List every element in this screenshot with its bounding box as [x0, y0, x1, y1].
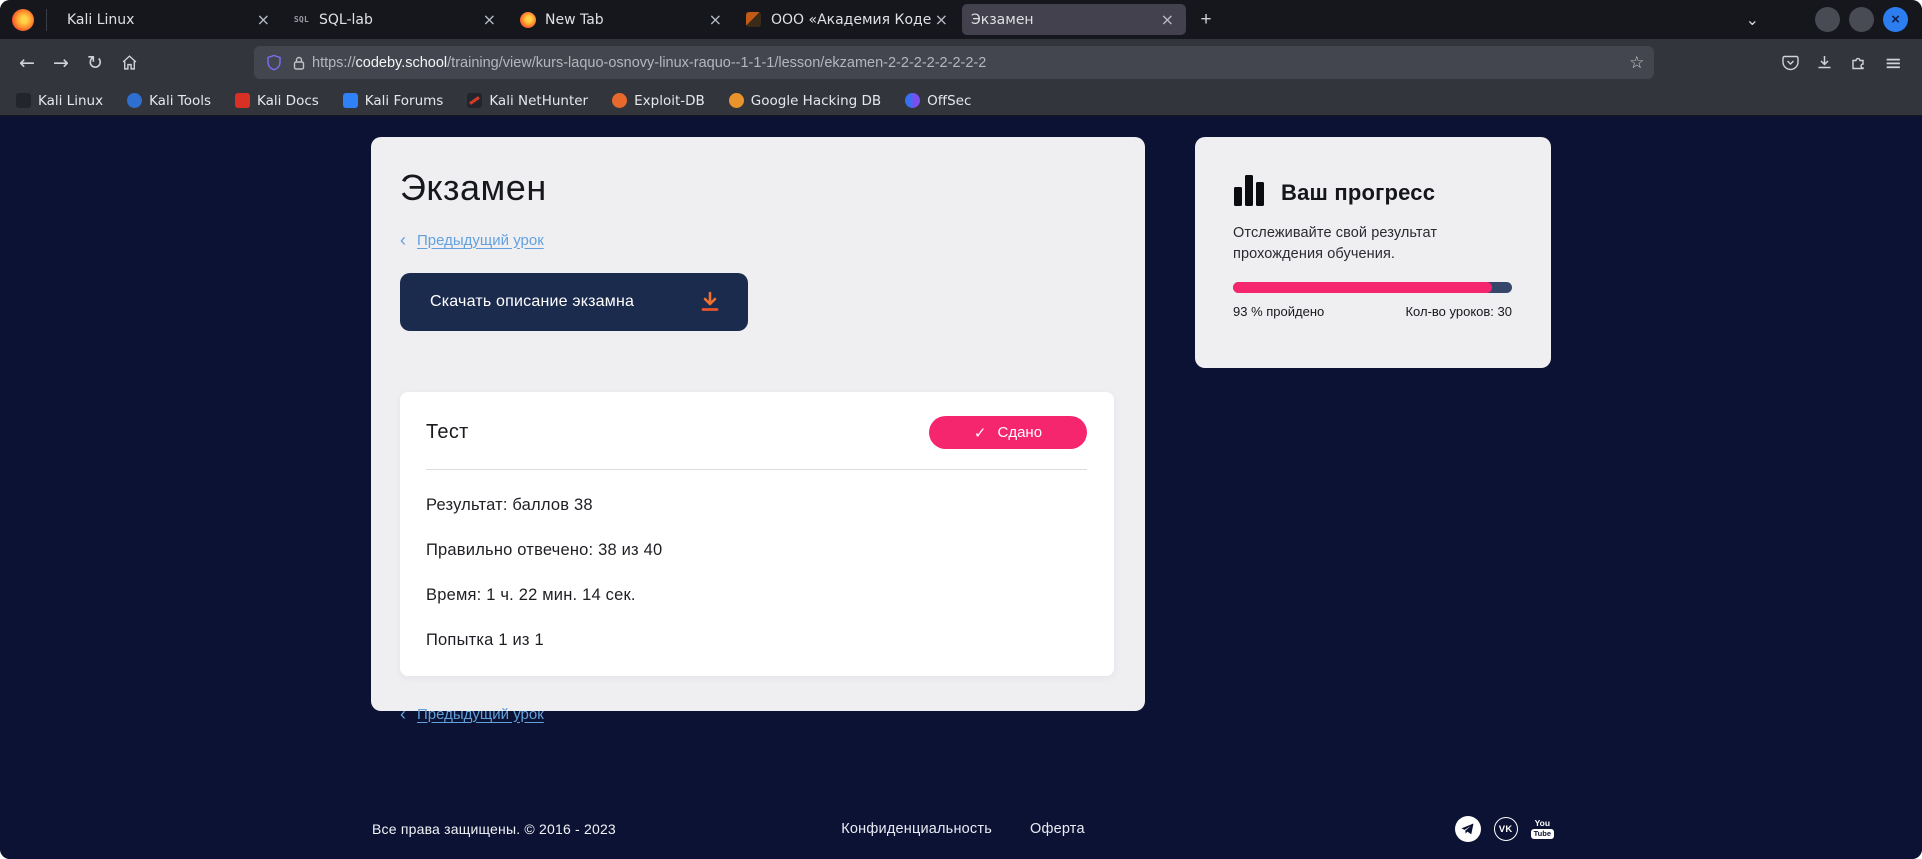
- close-icon[interactable]: ×: [254, 10, 273, 30]
- downloads-icon[interactable]: [1816, 54, 1833, 71]
- chevron-left-icon: ‹: [400, 705, 406, 723]
- list-all-tabs-button[interactable]: ⌄: [1740, 10, 1765, 29]
- tab-kali-linux[interactable]: Kali Linux ×: [58, 4, 282, 35]
- lessons-count-label: Кол-во уроков: 30: [1405, 304, 1512, 319]
- firefox-favicon: [519, 11, 536, 28]
- telegram-icon[interactable]: [1455, 816, 1481, 842]
- shield-icon: [266, 54, 282, 71]
- pocket-icon[interactable]: [1782, 54, 1799, 71]
- url-bar[interactable]: https://codeby.school/training/view/kurs…: [254, 46, 1654, 79]
- page-title: Экзамен: [400, 167, 1114, 209]
- tab-title: New Tab: [545, 12, 706, 28]
- download-icon: [698, 290, 722, 314]
- vk-icon[interactable]: VK: [1494, 817, 1518, 841]
- close-icon[interactable]: ×: [480, 10, 499, 30]
- copyright-text: Все права защищены. © 2016 - 2023: [372, 821, 616, 837]
- progress-title: Ваш прогресс: [1281, 180, 1435, 206]
- bookmark-exploit-db[interactable]: Exploit-DB: [612, 93, 705, 109]
- progress-bar-fill: [1233, 282, 1492, 293]
- progress-description: Отслеживайте свой результат прохождения …: [1233, 223, 1483, 265]
- kali-linux-icon: [16, 93, 31, 108]
- youtube-icon[interactable]: You Tube: [1531, 819, 1554, 839]
- bookmark-kali-linux[interactable]: Kali Linux: [16, 93, 103, 109]
- browser-window: Kali Linux × SQL SQL-lab × New Tab × ООО…: [0, 0, 1922, 859]
- check-icon: ✓: [974, 424, 987, 442]
- reload-button[interactable]: ↻: [78, 47, 112, 79]
- tab-title: SQL-lab: [319, 12, 480, 28]
- bookmarks-toolbar: Kali Linux Kali Tools Kali Docs Kali For…: [0, 86, 1922, 116]
- bookmark-google-hacking-db[interactable]: Google Hacking DB: [729, 93, 881, 109]
- home-button[interactable]: [112, 47, 146, 79]
- minimize-button[interactable]: [1815, 7, 1840, 32]
- bookmark-offsec[interactable]: OffSec: [905, 93, 971, 109]
- back-button[interactable]: ←: [10, 47, 44, 79]
- kali-docs-icon: [235, 93, 250, 108]
- close-icon[interactable]: ×: [1158, 10, 1177, 30]
- bookmark-kali-docs[interactable]: Kali Docs: [235, 93, 319, 109]
- passed-badge-label: Сдано: [998, 424, 1043, 441]
- bookmark-kali-nethunter[interactable]: Kali NetHunter: [467, 93, 588, 109]
- progress-bar: [1233, 282, 1512, 293]
- menu-icon[interactable]: ≡: [1884, 47, 1902, 79]
- kali-tools-icon: [127, 93, 142, 108]
- progress-card: Ваш прогресс Отслеживайте свой результат…: [1195, 137, 1551, 368]
- passed-badge: ✓ Сдано: [929, 416, 1087, 449]
- progress-percent-label: 93 % пройдено: [1233, 304, 1324, 319]
- sql-favicon: SQL: [293, 11, 310, 28]
- firefox-logo-icon: [12, 9, 34, 31]
- url-text: https://codeby.school/training/view/kurs…: [312, 55, 1629, 71]
- offsec-icon: [905, 93, 920, 108]
- window-controls: ×: [1815, 7, 1908, 32]
- site-favicon: [745, 11, 762, 28]
- tab-title: ООО «Академия Кодеба: [771, 12, 932, 28]
- chevron-left-icon: ‹: [400, 231, 406, 249]
- close-icon[interactable]: ×: [706, 10, 725, 30]
- exam-card: Экзамен ‹ Предыдущий урок Скачать описан…: [371, 137, 1145, 711]
- google-hacking-db-icon: [729, 93, 744, 108]
- bookmark-kali-tools[interactable]: Kali Tools: [127, 93, 211, 109]
- page-footer: Все права защищены. © 2016 - 2023 Конфид…: [372, 799, 1554, 859]
- result-correct-line: Правильно отвечено: 38 из 40: [426, 541, 1087, 560]
- divider: [426, 469, 1087, 470]
- tab-title: Экзамен: [971, 12, 1158, 28]
- previous-lesson-link-top[interactable]: ‹ Предыдущий урок: [400, 231, 1114, 249]
- window-close-button[interactable]: ×: [1883, 7, 1908, 32]
- previous-lesson-link-bottom[interactable]: ‹ Предыдущий урок: [400, 705, 1114, 723]
- divider: [46, 9, 47, 31]
- result-attempt-line: Попытка 1 из 1: [426, 631, 1087, 650]
- forward-button[interactable]: →: [44, 47, 78, 79]
- exploit-db-icon: [612, 93, 627, 108]
- tab-sql-lab[interactable]: SQL SQL-lab ×: [284, 4, 508, 35]
- maximize-button[interactable]: [1849, 7, 1874, 32]
- kali-nethunter-icon: [467, 93, 482, 108]
- offer-link[interactable]: Оферта: [1030, 821, 1085, 837]
- new-tab-button[interactable]: +: [1191, 5, 1221, 35]
- test-title: Тест: [426, 421, 469, 444]
- tab-ekzamen-active[interactable]: Экзамен ×: [962, 4, 1186, 35]
- social-links: VK You Tube: [1455, 816, 1554, 842]
- download-button-label: Скачать описание экзамна: [430, 293, 634, 311]
- tab-akademiya-codeby[interactable]: ООО «Академия Кодеба ×: [736, 4, 960, 35]
- lock-icon: [292, 55, 306, 71]
- previous-lesson-label: Предыдущий урок: [417, 706, 544, 723]
- download-exam-description-button[interactable]: Скачать описание экзамна: [400, 273, 748, 331]
- extensions-icon[interactable]: [1850, 54, 1867, 71]
- result-score-line: Результат: баллов 38: [426, 496, 1087, 515]
- test-result-card: Тест ✓ Сдано Результат: баллов 38 Правил…: [400, 392, 1114, 676]
- navigation-toolbar: ← → ↻ https://codeby.school/training/vie…: [0, 39, 1922, 86]
- result-time-line: Время: 1 ч. 22 мин. 14 сек.: [426, 586, 1087, 605]
- privacy-link[interactable]: Конфиденциальность: [841, 821, 992, 837]
- kali-forums-icon: [343, 93, 358, 108]
- page-content: Экзамен ‹ Предыдущий урок Скачать описан…: [0, 116, 1922, 859]
- previous-lesson-label: Предыдущий урок: [417, 232, 544, 249]
- close-icon[interactable]: ×: [932, 10, 951, 30]
- bookmark-star-icon[interactable]: ☆: [1629, 53, 1644, 73]
- tab-strip: Kali Linux × SQL SQL-lab × New Tab × ООО…: [0, 0, 1922, 39]
- bar-chart-icon: [1233, 173, 1266, 206]
- tab-new-tab[interactable]: New Tab ×: [510, 4, 734, 35]
- bookmark-kali-forums[interactable]: Kali Forums: [343, 93, 444, 109]
- tab-title: Kali Linux: [67, 12, 254, 28]
